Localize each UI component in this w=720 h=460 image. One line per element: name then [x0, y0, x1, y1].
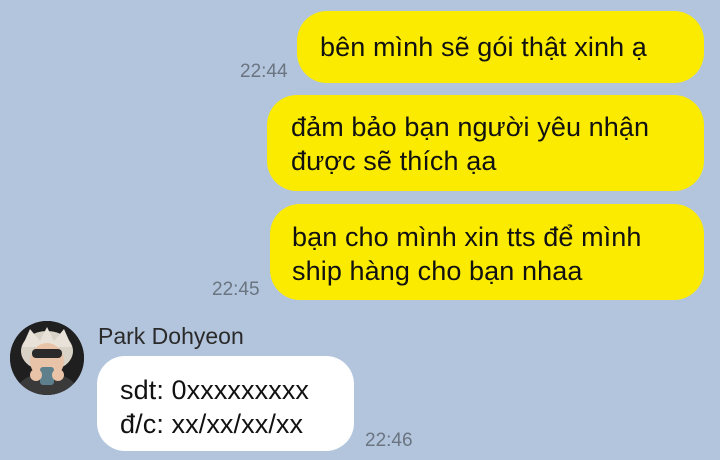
message-text: đ/c: xx/xx/xx/xx	[120, 409, 304, 439]
message-text: ship hàng cho bạn nhaa	[292, 256, 583, 286]
message-text: sdt: 0xxxxxxxxx	[120, 375, 310, 405]
avatar[interactable]	[10, 321, 84, 395]
message-text: được sẽ thích ạa	[291, 146, 497, 176]
message-text: bạn cho mình xin tts để mình	[292, 222, 642, 252]
message-text: đảm bảo bạn người yêu nhận	[291, 112, 650, 142]
sender-name: Park Dohyeon	[98, 323, 244, 349]
message-timestamp: 22:44	[240, 61, 288, 82]
outgoing-message-bubble[interactable]: bạn cho mình xin tts để mình ship hàng c…	[270, 204, 704, 300]
message-timestamp: 22:45	[212, 279, 260, 300]
outgoing-message-bubble[interactable]: đảm bảo bạn người yêu nhận được sẽ thích…	[267, 95, 704, 191]
incoming-message-bubble[interactable]: sdt: 0xxxxxxxxx đ/c: xx/xx/xx/xx	[97, 356, 354, 451]
outgoing-message-bubble[interactable]: bên mình sẽ gói thật xinh ạ	[297, 11, 704, 83]
profile-photo-icon	[10, 321, 84, 395]
message-timestamp: 22:46	[365, 430, 413, 451]
message-text: bên mình sẽ gói thật xinh ạ	[320, 32, 647, 62]
chat-conversation: bên mình sẽ gói thật xinh ạ 22:44 đảm bả…	[0, 0, 720, 460]
